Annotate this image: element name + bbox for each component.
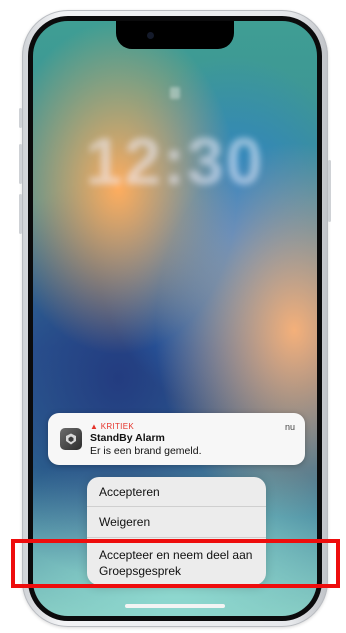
front-camera	[147, 32, 154, 39]
critical-notification[interactable]: ▲ KRITIEK StandBy Alarm Er is een brand …	[48, 413, 305, 465]
power-button	[328, 160, 331, 222]
standby-alarm-app-icon	[60, 428, 82, 450]
notification-message: Er is een brand gemeld.	[90, 445, 202, 457]
notification-title: StandBy Alarm	[90, 432, 165, 444]
accept-button[interactable]: Accepteren	[87, 477, 266, 507]
lockscreen-clock: 12:30	[85, 124, 265, 198]
critical-label: ▲ KRITIEK	[90, 422, 134, 431]
notification-action-menu: Accepteren Weigeren Accepteer en neem de…	[87, 477, 266, 585]
volume-down-button	[19, 194, 22, 234]
volume-up-button	[19, 144, 22, 184]
decline-button[interactable]: Weigeren	[87, 507, 266, 538]
lock-icon	[170, 87, 180, 99]
warning-triangle-icon: ▲	[90, 422, 99, 431]
notification-time: nu	[284, 422, 295, 432]
critical-level-text: KRITIEK	[100, 422, 134, 431]
notch	[116, 21, 234, 49]
home-indicator[interactable]	[125, 604, 225, 608]
mute-switch	[19, 108, 22, 128]
accept-and-join-group-call-button[interactable]: Accepteer en neem deel aan Groepsgesprek	[87, 538, 266, 585]
